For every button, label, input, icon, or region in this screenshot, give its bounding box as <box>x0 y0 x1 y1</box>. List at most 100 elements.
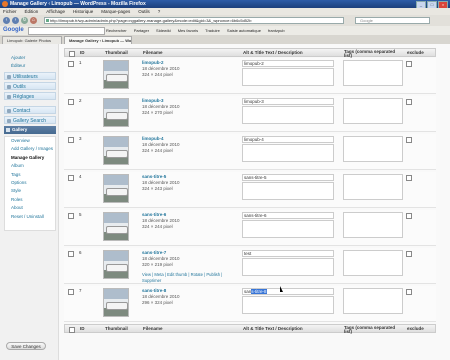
filename-link[interactable]: limopub-3 <box>142 98 164 103</box>
sidebar-item-gallery[interactable]: Gallery <box>4 126 56 134</box>
image-thumbnail[interactable] <box>103 98 129 127</box>
row-checkbox[interactable] <box>68 137 74 143</box>
description-textarea[interactable] <box>242 106 334 124</box>
menu-marque-pages[interactable]: Marque-pages <box>101 8 130 15</box>
tab-manage-gallery[interactable]: Manage Gallery ‹ Limopub — Wor... <box>64 36 132 44</box>
image-thumbnail[interactable] <box>103 288 129 317</box>
thumbnail-sky <box>104 213 128 223</box>
exclude-checkbox[interactable] <box>406 137 412 143</box>
description-textarea[interactable] <box>242 258 334 276</box>
filename-link[interactable]: limopub-4 <box>142 136 164 141</box>
select-all-checkbox[interactable] <box>69 51 75 57</box>
tags-textarea[interactable] <box>343 288 403 314</box>
exclude-checkbox[interactable] <box>406 175 412 181</box>
image-thumbnail[interactable] <box>103 250 129 279</box>
google-traduire-button[interactable]: Traduire <box>205 26 220 35</box>
description-textarea[interactable] <box>242 220 334 238</box>
tab-limopub-galerie[interactable]: Limopub: Galerie Photos <box>2 36 62 44</box>
tags-textarea[interactable] <box>343 174 403 200</box>
search-input[interactable]: Google <box>355 17 430 24</box>
row-checkbox[interactable] <box>68 175 74 181</box>
menu-historique[interactable]: Historique <box>73 8 93 15</box>
menu-edition[interactable]: Édition <box>25 8 39 15</box>
google-sidewiki-button[interactable]: Sidewiki <box>156 26 171 35</box>
google-saisie-button[interactable]: Saisie automatique <box>227 26 261 35</box>
sidebar-item-editeur[interactable]: Éditeur <box>4 62 63 70</box>
filename-link[interactable]: sans-titre-8 <box>142 288 166 293</box>
row-checkbox[interactable] <box>68 99 74 105</box>
filename-link[interactable]: sans-titre-6 <box>142 212 166 217</box>
sidebar-item-gallery-search[interactable]: Gallery Search <box>4 116 56 124</box>
exclude-checkbox[interactable] <box>406 289 412 295</box>
alt-title-input[interactable]: sans-titre-8 <box>242 288 334 295</box>
forward-arrow-icon[interactable]: › <box>12 17 19 24</box>
row-checkbox[interactable] <box>68 251 74 257</box>
submenu-tags[interactable]: Tags <box>5 171 55 179</box>
thumbnail-sky <box>104 289 128 299</box>
tags-textarea[interactable] <box>343 60 403 86</box>
description-textarea[interactable] <box>242 68 334 86</box>
select-all-checkbox-footer[interactable] <box>69 327 75 333</box>
description-textarea[interactable] <box>242 144 334 162</box>
submenu-album[interactable]: Album <box>5 162 55 170</box>
sidebar-item-outils[interactable]: Outils <box>4 82 56 90</box>
alt-title-input[interactable]: sans-titre-5 <box>242 174 334 181</box>
image-thumbnail[interactable] <box>103 212 129 241</box>
row-checkbox[interactable] <box>68 289 74 295</box>
tags-textarea[interactable] <box>343 98 403 124</box>
reload-icon[interactable]: ↻ <box>21 17 28 24</box>
description-textarea[interactable] <box>242 296 334 314</box>
sidebar-item-utilisateurs[interactable]: Utilisateurs <box>4 72 56 80</box>
exclude-checkbox[interactable] <box>406 61 412 67</box>
menu-affichage[interactable]: Affichage <box>46 8 65 15</box>
alt-title-input[interactable]: limopub-3 <box>242 98 334 105</box>
thumbnail-sky <box>104 251 128 261</box>
google-rechercher-button[interactable]: Rechercher <box>106 26 127 35</box>
menu-help[interactable]: ? <box>158 8 161 15</box>
menu-fichier[interactable]: Fichier <box>3 8 17 15</box>
image-thumbnail[interactable] <box>103 136 129 165</box>
tags-textarea[interactable] <box>343 250 403 276</box>
table-row: 4 sans-titre-5 18 décembre 2010 324 × 243 p… <box>64 172 436 208</box>
image-thumbnail[interactable] <box>103 60 129 89</box>
submenu-add-gallery[interactable]: Add Gallery / Images <box>5 145 55 153</box>
alt-title-input[interactable]: sans-titre-6 <box>242 212 334 219</box>
alt-title-input[interactable]: test <box>242 250 334 257</box>
submenu-about[interactable]: About <box>5 204 55 212</box>
submenu-roles[interactable]: Roles <box>5 196 55 204</box>
exclude-checkbox[interactable] <box>406 213 412 219</box>
submenu-options[interactable]: Options <box>5 179 55 187</box>
menu-outils[interactable]: Outils <box>138 8 150 15</box>
submenu-manage-gallery[interactable]: Manage Gallery <box>5 154 55 162</box>
back-arrow-icon[interactable]: ‹ <box>3 17 10 24</box>
alt-title-input[interactable]: limopub-4 <box>242 136 334 143</box>
description-textarea[interactable] <box>242 182 334 200</box>
save-changes-button[interactable]: Save Changes <box>6 342 46 350</box>
exclude-checkbox[interactable] <box>406 251 412 257</box>
table-row: 2 limopub-3 18 décembre 2010 324 × 270 pixe… <box>64 96 436 132</box>
filename-link[interactable]: sans-titre-5 <box>142 174 166 179</box>
submenu-overview[interactable]: Overview <box>5 137 55 145</box>
sidebar-item-reglages[interactable]: Réglages <box>4 92 56 100</box>
thumbnail-sky <box>104 61 128 71</box>
alt-title-input[interactable]: limopub-2 <box>242 60 334 67</box>
google-partager-button[interactable]: Partager <box>134 26 149 35</box>
row-checkbox[interactable] <box>68 61 74 67</box>
row-checkbox[interactable] <box>68 213 74 219</box>
submenu-reset[interactable]: Reset / Uninstall <box>5 213 55 221</box>
filename-link[interactable]: limopub-2 <box>142 60 164 65</box>
google-search-input[interactable] <box>28 27 105 35</box>
row-actions[interactable]: View | Meta | Edit thumb | Rotate | Publ… <box>142 272 232 284</box>
google-favoris-button[interactable]: Mes favoris <box>178 26 198 35</box>
url-bar[interactable]: http://limopub.fr/wp-admin/admin.php?pag… <box>44 17 344 24</box>
exclude-checkbox[interactable] <box>406 99 412 105</box>
tags-textarea[interactable] <box>343 136 403 162</box>
sidebar-item-contact[interactable]: Contact <box>4 106 56 114</box>
filename-link[interactable]: sans-titre-7 <box>142 250 166 255</box>
sidebar-item-ajouter[interactable]: Ajouter <box>4 54 63 62</box>
google-account-button[interactable]: frantzpub <box>268 26 285 35</box>
submenu-style[interactable]: Style <box>5 187 55 195</box>
tags-textarea[interactable] <box>343 212 403 238</box>
home-icon[interactable]: ⌂ <box>30 17 37 24</box>
image-thumbnail[interactable] <box>103 174 129 203</box>
